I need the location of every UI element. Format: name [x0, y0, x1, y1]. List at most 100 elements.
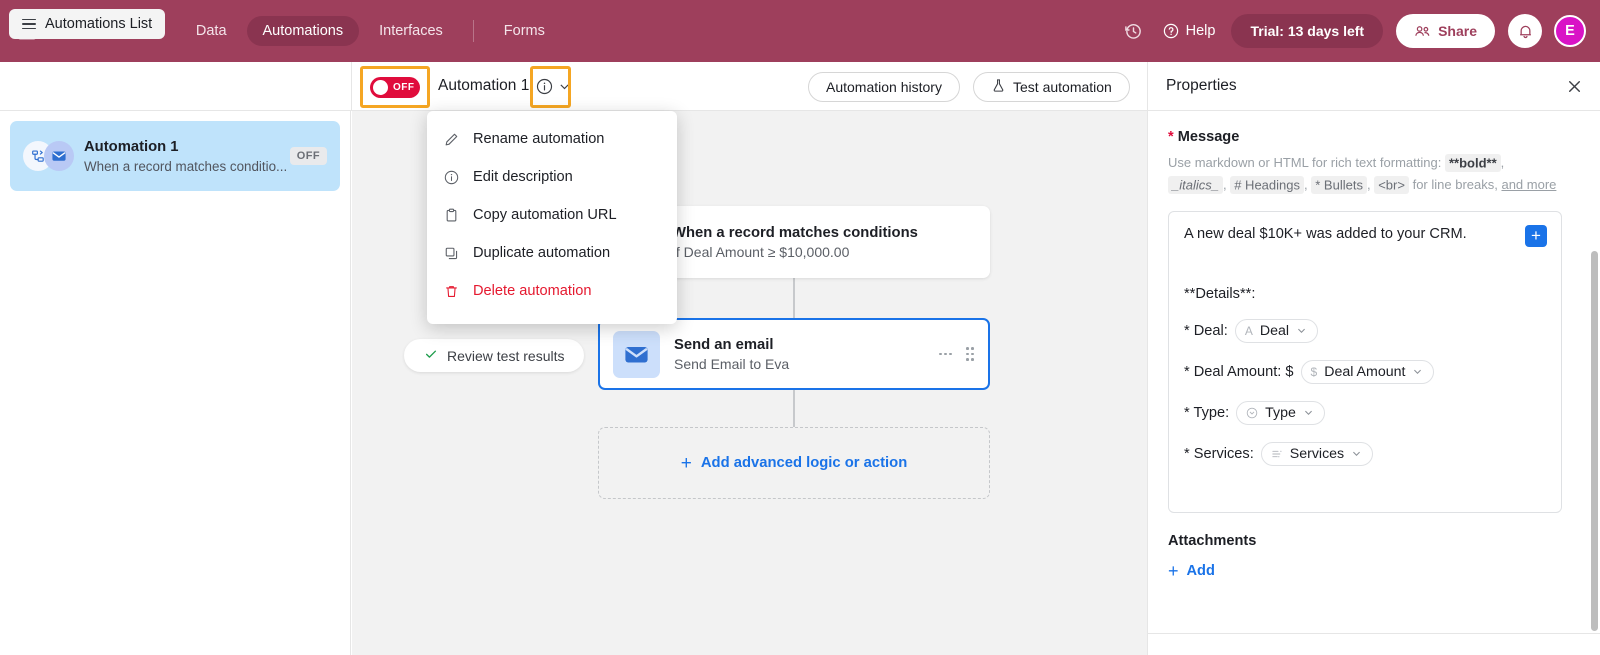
drag-handle-icon[interactable] [966, 347, 974, 361]
trigger-card-text: When a record matches conditions If Deal… [672, 225, 918, 260]
automation-history-button[interactable]: Automation history [808, 72, 960, 102]
toolbar-divider [351, 62, 352, 111]
text-field-icon: A [1244, 323, 1253, 338]
email-icon [44, 141, 74, 171]
sidebar-item-description: When a record matches conditio... [84, 158, 288, 174]
message-field-label: * Message [1168, 129, 1562, 145]
message-row-type: * Type: Type [1184, 400, 1546, 425]
menu-item-edit-description[interactable]: Edit description [427, 158, 677, 196]
multiselect-field-icon [1271, 448, 1283, 460]
nav-item-data[interactable]: Data [180, 16, 243, 46]
message-label-text: Message [1177, 129, 1240, 145]
action-card-text: Send an email Send Email to Eva [674, 337, 789, 372]
header-actions: Help Trial: 13 days left Share E [1117, 14, 1586, 48]
sidebar-item-text: Automation 1 When a record matches condi… [84, 139, 287, 174]
message-row-deal-label: * Deal: [1184, 322, 1228, 339]
help-and-more-link[interactable]: and more [1501, 177, 1556, 192]
add-attachment-button[interactable]: + Add [1168, 562, 1562, 580]
help-comma-4: , [1366, 177, 1371, 193]
help-chip-bold: **bold** [1444, 153, 1501, 172]
message-editor[interactable]: A new deal $10K+ was added to your CRM. … [1168, 210, 1562, 513]
chevron-down-icon [1412, 366, 1423, 377]
field-token-deal-amount-label: Deal Amount [1324, 363, 1406, 380]
sidebar-item-status-badge: OFF [289, 147, 327, 165]
help-chip-bullets: * Bullets [1311, 175, 1367, 194]
avatar[interactable]: E [1554, 15, 1586, 47]
help-chip-italics: _italics_ [1168, 175, 1223, 194]
automation-options-menu: Rename automation Edit description Copy … [427, 111, 677, 324]
properties-panel: * Message Use markdown or HTML for rich t… [1148, 111, 1600, 655]
people-icon [1415, 25, 1430, 36]
menu-item-delete-automation[interactable]: Delete automation [427, 272, 677, 310]
add-advanced-logic-label: Add advanced logic or action [700, 455, 908, 471]
automations-list-button[interactable]: Automations List [9, 9, 166, 39]
field-token-services[interactable]: Services [1260, 441, 1374, 466]
automation-history-label: Automation history [826, 79, 942, 95]
clock-history-icon[interactable] [1117, 14, 1151, 48]
chevron-down-icon [1351, 448, 1362, 459]
message-details-heading: **Details**: [1184, 285, 1256, 302]
chevron-down-icon [1303, 407, 1314, 418]
attachments-label: Attachments [1168, 532, 1257, 549]
trigger-card-title: When a record matches conditions [672, 224, 918, 241]
automations-list-label: Automations List [45, 16, 153, 32]
test-automation-button[interactable]: Test automation [973, 72, 1130, 102]
share-button[interactable]: Share [1396, 14, 1495, 48]
close-icon[interactable] [1563, 75, 1585, 97]
share-label: Share [1438, 23, 1477, 39]
automation-title[interactable]: Automation 1 [438, 77, 529, 95]
bell-icon[interactable] [1508, 14, 1542, 48]
trial-badge[interactable]: Trial: 13 days left [1231, 14, 1384, 48]
menu-item-copy-automation-url[interactable]: Copy automation URL [427, 196, 677, 234]
plus-square-icon[interactable]: + [1525, 224, 1547, 247]
field-token-services-label: Services [1289, 445, 1345, 462]
help-button[interactable]: Help [1151, 16, 1228, 46]
field-token-deal[interactable]: A Deal [1234, 318, 1319, 343]
main-nav: Data Automations Interfaces Forms [180, 16, 561, 46]
properties-content: * Message Use markdown or HTML for rich t… [1148, 111, 1582, 580]
properties-scrollbar[interactable] [1591, 251, 1598, 631]
help-label: Help [1185, 23, 1216, 39]
highlight-box-info-menu [530, 66, 571, 108]
action-card-controls [939, 320, 974, 388]
action-card-send-email[interactable]: Send an email Send Email to Eva [598, 318, 990, 390]
message-row-services-label: * Services: [1184, 445, 1254, 462]
field-token-deal-label: Deal [1259, 322, 1290, 339]
message-row-deal-amount: * Deal Amount: $ $ Deal Amount [1184, 359, 1546, 384]
field-token-type[interactable]: Type [1236, 400, 1325, 425]
highlight-box-toggle [360, 66, 430, 108]
hamburger-icon [22, 18, 36, 30]
app-root: CRM Data Automations Interfaces Forms [0, 0, 1600, 655]
sidebar-item-name: Automation 1 [84, 138, 179, 155]
flask-icon [991, 78, 1006, 96]
test-automation-label: Test automation [1013, 79, 1112, 95]
question-circle-icon [1163, 23, 1178, 39]
nav-item-automations[interactable]: Automations [246, 16, 360, 46]
copy-icon [443, 246, 460, 261]
field-token-type-label: Type [1265, 404, 1296, 421]
menu-item-duplicate-automation[interactable]: Duplicate automation [427, 234, 677, 272]
sidebar-item-automation-1[interactable]: Automation 1 When a record matches condi… [10, 121, 340, 191]
help-chip-headings: # Headings [1230, 175, 1304, 194]
check-icon [424, 347, 438, 364]
nav-item-interfaces[interactable]: Interfaces [363, 16, 459, 46]
help-comma-3: , [1304, 177, 1308, 193]
clipboard-icon [443, 208, 460, 223]
help-comma-1: , [1500, 155, 1505, 170]
review-test-results-button[interactable]: Review test results [404, 339, 585, 372]
trigger-card-subtitle: If Deal Amount ≥ $10,000.00 [672, 243, 850, 260]
more-horizontal-icon[interactable] [939, 352, 953, 356]
nav-item-forms[interactable]: Forms [488, 16, 561, 46]
action-card-title: Send an email [674, 336, 774, 353]
review-test-results-label: Review test results [447, 347, 565, 364]
select-field-icon [1246, 407, 1258, 419]
properties-header: Properties [1148, 62, 1600, 111]
add-advanced-logic-button[interactable]: + Add advanced logic or action [598, 427, 990, 499]
field-token-deal-amount[interactable]: $ Deal Amount [1300, 359, 1435, 384]
message-row-deal: * Deal: A Deal [1184, 318, 1546, 343]
help-lead: Use markdown or HTML for rich text forma… [1168, 155, 1442, 170]
currency-field-icon: $ [1310, 364, 1318, 379]
sidebar-item-icons [23, 139, 79, 173]
email-icon [613, 330, 660, 378]
menu-item-rename-automation[interactable]: Rename automation [427, 120, 677, 158]
